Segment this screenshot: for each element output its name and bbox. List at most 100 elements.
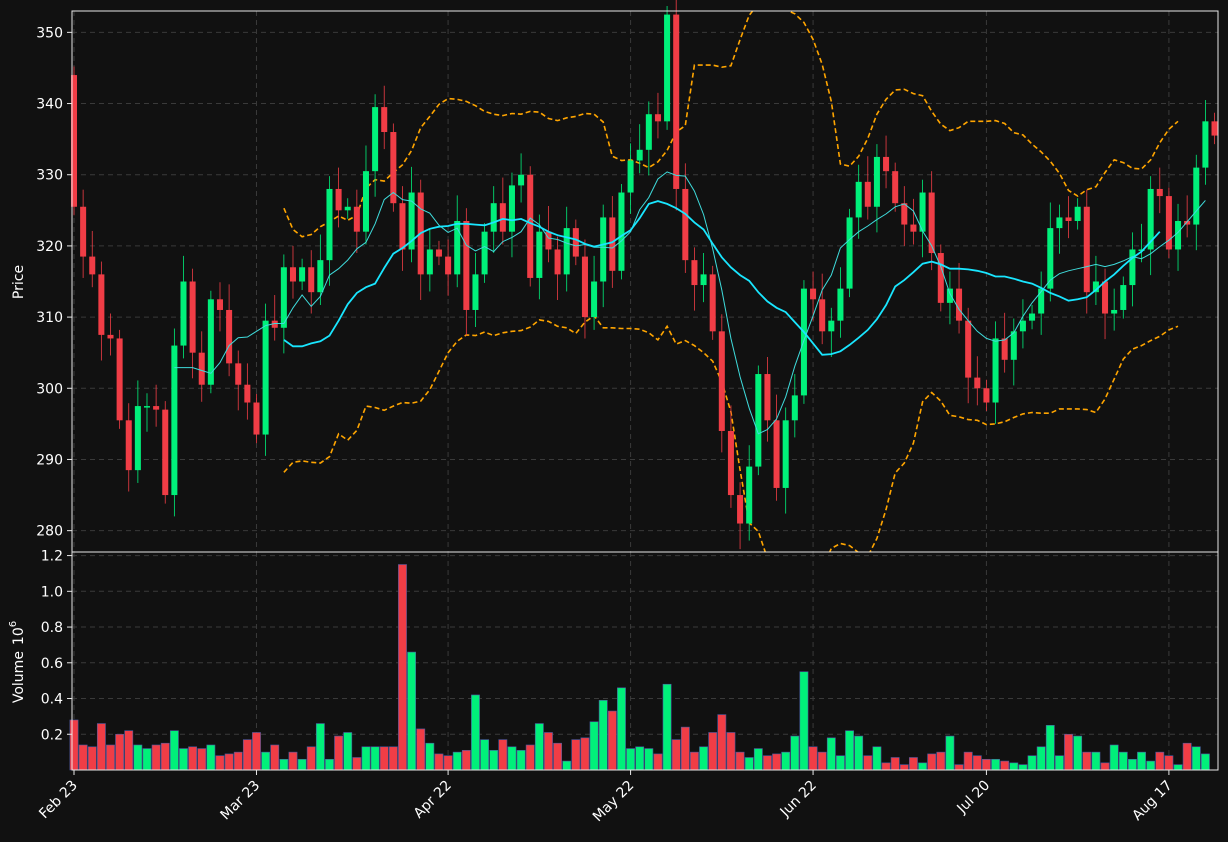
stock-chart: 280 290 300 310 320 330 340 350 0.2 0.4 0.6 0.8 1.0…: [0, 0, 1228, 842]
candle-body: [125, 420, 132, 471]
volume-bar: [598, 700, 608, 771]
price-tick-label: 300: [36, 381, 63, 397]
candle: [171, 328, 178, 517]
candle-body: [1001, 338, 1008, 360]
volume-tick-label: 0.8: [41, 620, 63, 636]
candle-body: [134, 406, 141, 471]
volume-bar: [1155, 751, 1165, 771]
volume-bar: [909, 757, 918, 771]
volume-bar: [1091, 751, 1101, 771]
candle-body: [426, 249, 433, 275]
volume-bar: [963, 751, 973, 771]
volume-bar: [817, 751, 827, 771]
volume-tick-label: 0.6: [41, 656, 63, 672]
candle: [664, 6, 671, 130]
candle-body: [207, 299, 214, 385]
volume-bar: [544, 732, 553, 771]
volume-bar: [954, 764, 964, 771]
volume-bar: [388, 746, 398, 771]
volume-bar: [562, 760, 572, 771]
volume-bar: [845, 730, 854, 771]
volume-bar: [945, 735, 955, 771]
volume-bar: [1100, 762, 1110, 771]
volume-bar: [507, 746, 517, 771]
candle-body: [782, 420, 789, 488]
candle-body: [527, 174, 534, 278]
volume-bar: [215, 755, 225, 771]
volume-axis-label-text: Volume 106: [8, 621, 27, 703]
volume-bar: [352, 757, 362, 771]
candle-body: [664, 14, 671, 122]
candle-body: [819, 299, 826, 332]
candle-body: [1175, 220, 1182, 250]
volume-axis-label-base: 10: [11, 627, 27, 645]
candle-body: [244, 384, 251, 403]
candle-body: [846, 217, 853, 289]
volume-bar: [635, 746, 645, 771]
price-tick-label: 350: [36, 25, 63, 41]
volume-bar: [571, 739, 581, 771]
candle-body: [855, 181, 862, 218]
volume-bar: [1064, 733, 1073, 771]
volume-bar: [434, 753, 444, 771]
volume-bar: [124, 730, 134, 771]
volume-bar: [644, 748, 654, 771]
candle-body: [335, 188, 342, 211]
volume-bar: [1009, 762, 1019, 771]
candle-body: [1120, 285, 1127, 310]
volume-bar: [115, 733, 125, 771]
candle-body: [837, 288, 844, 321]
volume-bar: [589, 721, 599, 771]
volume-bar: [87, 746, 97, 771]
volume-tick-label: 1.0: [41, 584, 63, 600]
candle-body: [445, 256, 452, 275]
price-tick-label: 290: [36, 452, 63, 468]
candle-body: [226, 309, 233, 364]
price-tick-label: 340: [36, 97, 63, 113]
volume-bar: [1200, 753, 1210, 771]
volume-bar: [480, 739, 489, 771]
volume-bar: [407, 651, 417, 771]
candle-body: [910, 224, 917, 232]
volume-bar: [343, 732, 353, 771]
candle-body: [1156, 188, 1163, 197]
candle-body: [563, 228, 570, 275]
volume-bar: [1018, 764, 1028, 771]
volume-bar: [717, 714, 727, 771]
candle-body: [746, 466, 753, 524]
volume-bar: [379, 746, 389, 771]
volume-bar: [863, 755, 873, 771]
volume-bar: [744, 757, 754, 771]
volume-bar: [790, 735, 800, 771]
candle-body: [755, 374, 762, 467]
candle-body: [682, 188, 689, 261]
price-tick-label: 280: [36, 524, 63, 540]
volume-bar: [936, 751, 946, 771]
candle-body: [1083, 206, 1090, 293]
candle-body: [873, 156, 880, 207]
candle-body: [600, 217, 607, 282]
volume-bar: [836, 755, 845, 771]
volume-bar: [1173, 764, 1183, 771]
volume-bar: [361, 746, 371, 771]
volume-bar: [1082, 751, 1092, 771]
candle-body: [737, 495, 744, 524]
candle-body: [974, 377, 981, 389]
price-tick-label: 330: [36, 168, 63, 184]
volume-bar: [233, 751, 243, 771]
candle-body: [372, 107, 379, 172]
volume-bar: [1045, 725, 1055, 771]
candle-body: [928, 192, 935, 254]
price-axis-label: Price: [11, 265, 27, 299]
volume-bar: [808, 746, 818, 771]
volume-bar: [580, 737, 590, 771]
volume-bar: [471, 694, 480, 771]
volume-tick-label: 0.4: [41, 692, 63, 708]
volume-bar: [1182, 742, 1192, 771]
volume-bar: [534, 723, 544, 771]
candle-body: [810, 288, 817, 300]
candle-body: [472, 274, 479, 310]
volume-bar: [297, 758, 307, 771]
volume-bar: [197, 748, 207, 771]
volume-bar: [708, 732, 718, 771]
